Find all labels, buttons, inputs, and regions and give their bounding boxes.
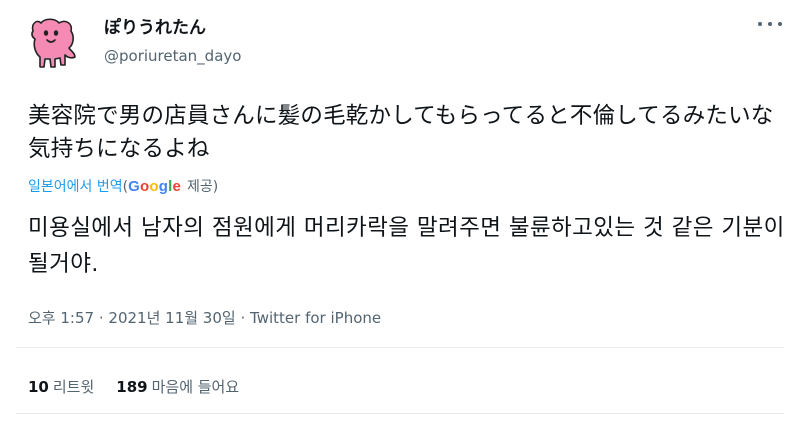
divider	[16, 413, 784, 414]
divider	[16, 347, 784, 348]
retweets-count: 10	[28, 378, 49, 396]
tweet-date[interactable]: 2021년 11월 30일	[108, 309, 235, 327]
author-display-name[interactable]: ぽりうれたん	[104, 16, 241, 40]
avatar[interactable]	[25, 15, 81, 71]
meta-separator: ·	[240, 309, 246, 327]
meta-separator: ·	[98, 309, 104, 327]
likes-stat[interactable]: 189 마음에 들어요	[116, 376, 239, 398]
retweets-label: 리트윗	[52, 378, 95, 396]
author-handle[interactable]: @poriuretan_dayo	[104, 45, 241, 67]
translated-from-label[interactable]: 일본어에서 번역	[28, 176, 123, 198]
retweets-stat[interactable]: 10 리트윗	[28, 376, 94, 398]
author-block[interactable]: ぽりうれたん @poriuretan_dayo	[104, 16, 241, 67]
more-options-button[interactable]	[756, 14, 784, 34]
likes-count: 189	[116, 378, 148, 396]
tweet-time[interactable]: 오후 1:57	[28, 309, 94, 327]
tweet-source[interactable]: Twitter for iPhone	[250, 309, 381, 327]
translated-text: 미용실에서 남자의 점원에게 머리카락을 말려주면 불륜하고있는 것 같은 기분…	[28, 215, 785, 277]
google-logo-text: Google	[128, 178, 182, 195]
provider-suffix: 제공)	[187, 179, 219, 195]
translation-attribution: 일본어에서 번역 ( Google 제공)	[28, 176, 218, 198]
pink-character-avatar-icon	[31, 18, 76, 68]
tweet-meta: 오후 1:57 · 2021년 11월 30일 · Twitter for iP…	[28, 306, 381, 330]
engagement-stats: 10 리트윗 189 마음에 들어요	[28, 376, 239, 398]
likes-label: 마음에 들어요	[151, 378, 240, 396]
more-dots-icon	[778, 22, 782, 26]
more-dots-icon	[758, 22, 762, 26]
more-dots-icon	[768, 22, 772, 26]
tweet-text: 美容院で男の店員さんに髪の毛乾かしてもらってると不倫してるみたいな気持ちになるよ…	[28, 103, 774, 162]
